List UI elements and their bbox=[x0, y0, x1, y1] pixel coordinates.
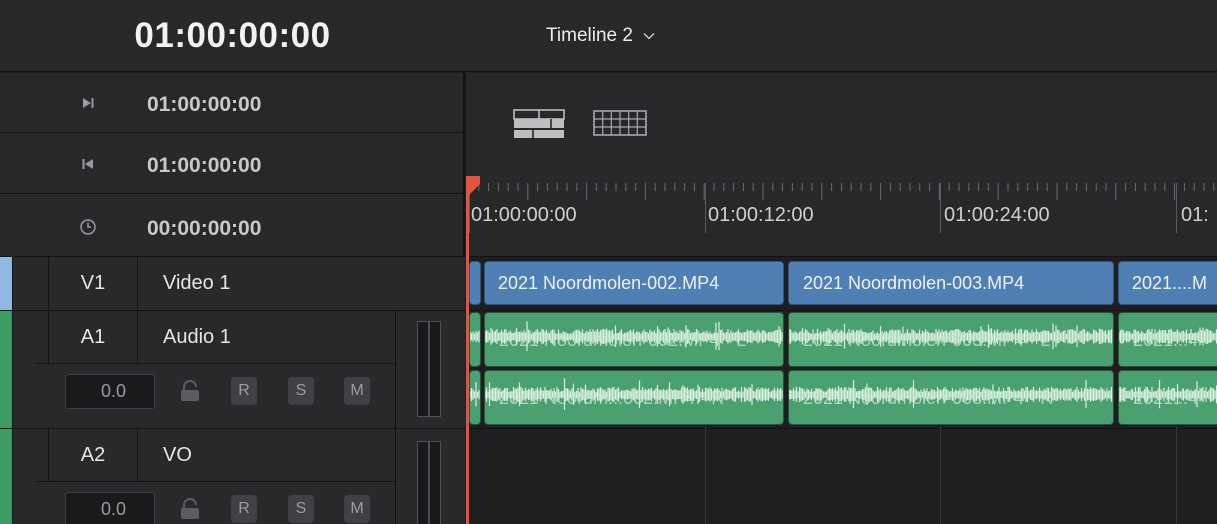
volume-field[interactable]: 0.0 bbox=[65, 374, 155, 409]
jump-to-end-icon[interactable] bbox=[78, 93, 98, 113]
track-id: A1 bbox=[48, 311, 138, 363]
volume-field[interactable]: 0.0 bbox=[65, 492, 155, 524]
track-id: A2 bbox=[48, 429, 138, 481]
timecode-row-duration: 00:00:00:00 bbox=[0, 195, 465, 257]
ruler-label: 01:00:24:00 bbox=[944, 204, 1050, 226]
audio-clip[interactable]: 2021...4 bbox=[1118, 370, 1217, 425]
solo-button[interactable]: S bbox=[288, 377, 314, 405]
track-name[interactable]: Audio 1 bbox=[163, 311, 231, 363]
video-clip[interactable]: 2021 Noordmolen-002.MP4 bbox=[484, 261, 784, 305]
track-color-bar bbox=[0, 429, 12, 524]
audio-clip[interactable]: 2021 Noordmolen-003.MP4 - R bbox=[788, 370, 1114, 425]
playhead-handle[interactable] bbox=[466, 176, 482, 196]
ruler-label: 01: bbox=[1181, 204, 1209, 226]
audio-clip-name: 2021 Noordmolen-003.MP4 - R bbox=[803, 388, 1054, 408]
audio-clip-name: 2021 Noordmolen-003.MP4 - L bbox=[803, 330, 1051, 350]
audio-clip-name: 2021 Noordm...002.MP4 - R bbox=[499, 388, 725, 408]
track-color-bar bbox=[0, 311, 12, 428]
track-header-a1[interactable]: A1 Audio 1 0.0 R S M bbox=[0, 311, 465, 429]
grid-view-icon[interactable] bbox=[593, 108, 647, 140]
video-clip[interactable]: 2021 Noordmolen-003.MP4 bbox=[788, 261, 1114, 305]
audio-clip-stub[interactable] bbox=[469, 312, 481, 367]
jump-to-start-icon[interactable] bbox=[78, 154, 98, 174]
mute-button[interactable]: M bbox=[344, 495, 370, 523]
timeline-ruler[interactable] bbox=[467, 178, 1217, 257]
timecode-row-in: 01:00:00:00 bbox=[0, 134, 465, 194]
audio-meter bbox=[417, 321, 441, 417]
video-clip-stub[interactable] bbox=[469, 261, 481, 305]
track-header-a2[interactable]: A2 VO 0.0 R S M bbox=[0, 429, 465, 524]
timeline-toolbar bbox=[467, 73, 1217, 178]
playhead[interactable] bbox=[466, 184, 469, 524]
video-clip[interactable]: 2021....M bbox=[1118, 261, 1217, 305]
timecode-value[interactable]: 00:00:00:00 bbox=[147, 217, 261, 241]
audio-clip-stub[interactable] bbox=[469, 370, 481, 425]
record-arm-button[interactable]: R bbox=[231, 377, 257, 405]
track-lane-a2 bbox=[467, 429, 1217, 524]
timeline-view-icon[interactable] bbox=[513, 108, 565, 140]
mute-button[interactable]: M bbox=[344, 377, 370, 405]
audio-clip[interactable]: 2021...4 bbox=[1118, 312, 1217, 367]
audio-clip[interactable]: 2021 Noordmolen-003.MP4 - L bbox=[788, 312, 1114, 367]
track-color-bar bbox=[0, 257, 12, 310]
audio-meter bbox=[417, 441, 441, 524]
lock-icon[interactable] bbox=[178, 497, 202, 521]
ruler-ticks bbox=[468, 183, 1215, 200]
timeline-name: Timeline 2 bbox=[546, 25, 633, 46]
audio-clip-name: 2021...4 bbox=[1133, 388, 1199, 408]
track-id: V1 bbox=[48, 257, 138, 309]
timecode-value[interactable]: 01:00:00:00 bbox=[147, 154, 261, 178]
audio-clip[interactable]: 2021 Noordm...002.MP4 - R bbox=[484, 370, 784, 425]
audio-clip-name: 2021 Noordmolen-002.MP4 - L bbox=[499, 330, 747, 350]
audio-clip-name: 2021...4 bbox=[1133, 330, 1199, 350]
timecode-value[interactable]: 01:00:00:00 bbox=[147, 93, 261, 117]
track-name[interactable]: VO bbox=[163, 429, 192, 481]
timecode-row-out: 01:00:00:00 bbox=[0, 73, 465, 133]
track-header-v1[interactable]: V1 Video 1 bbox=[0, 257, 465, 311]
main-timecode[interactable]: 01:00:00:00 bbox=[0, 0, 465, 72]
record-arm-button[interactable]: R bbox=[231, 495, 257, 523]
track-name[interactable]: Video 1 bbox=[163, 257, 230, 309]
lock-icon[interactable] bbox=[178, 379, 202, 403]
chevron-down-icon bbox=[643, 33, 655, 40]
clock-icon bbox=[78, 217, 98, 237]
timeline-selector[interactable]: Timeline 2 bbox=[546, 20, 655, 52]
solo-button[interactable]: S bbox=[288, 495, 314, 523]
audio-clip[interactable]: 2021 Noordmolen-002.MP4 - L bbox=[484, 312, 784, 367]
ruler-label: 01:00:12:00 bbox=[708, 204, 814, 226]
ruler-label: 01:00:00:00 bbox=[471, 204, 577, 226]
